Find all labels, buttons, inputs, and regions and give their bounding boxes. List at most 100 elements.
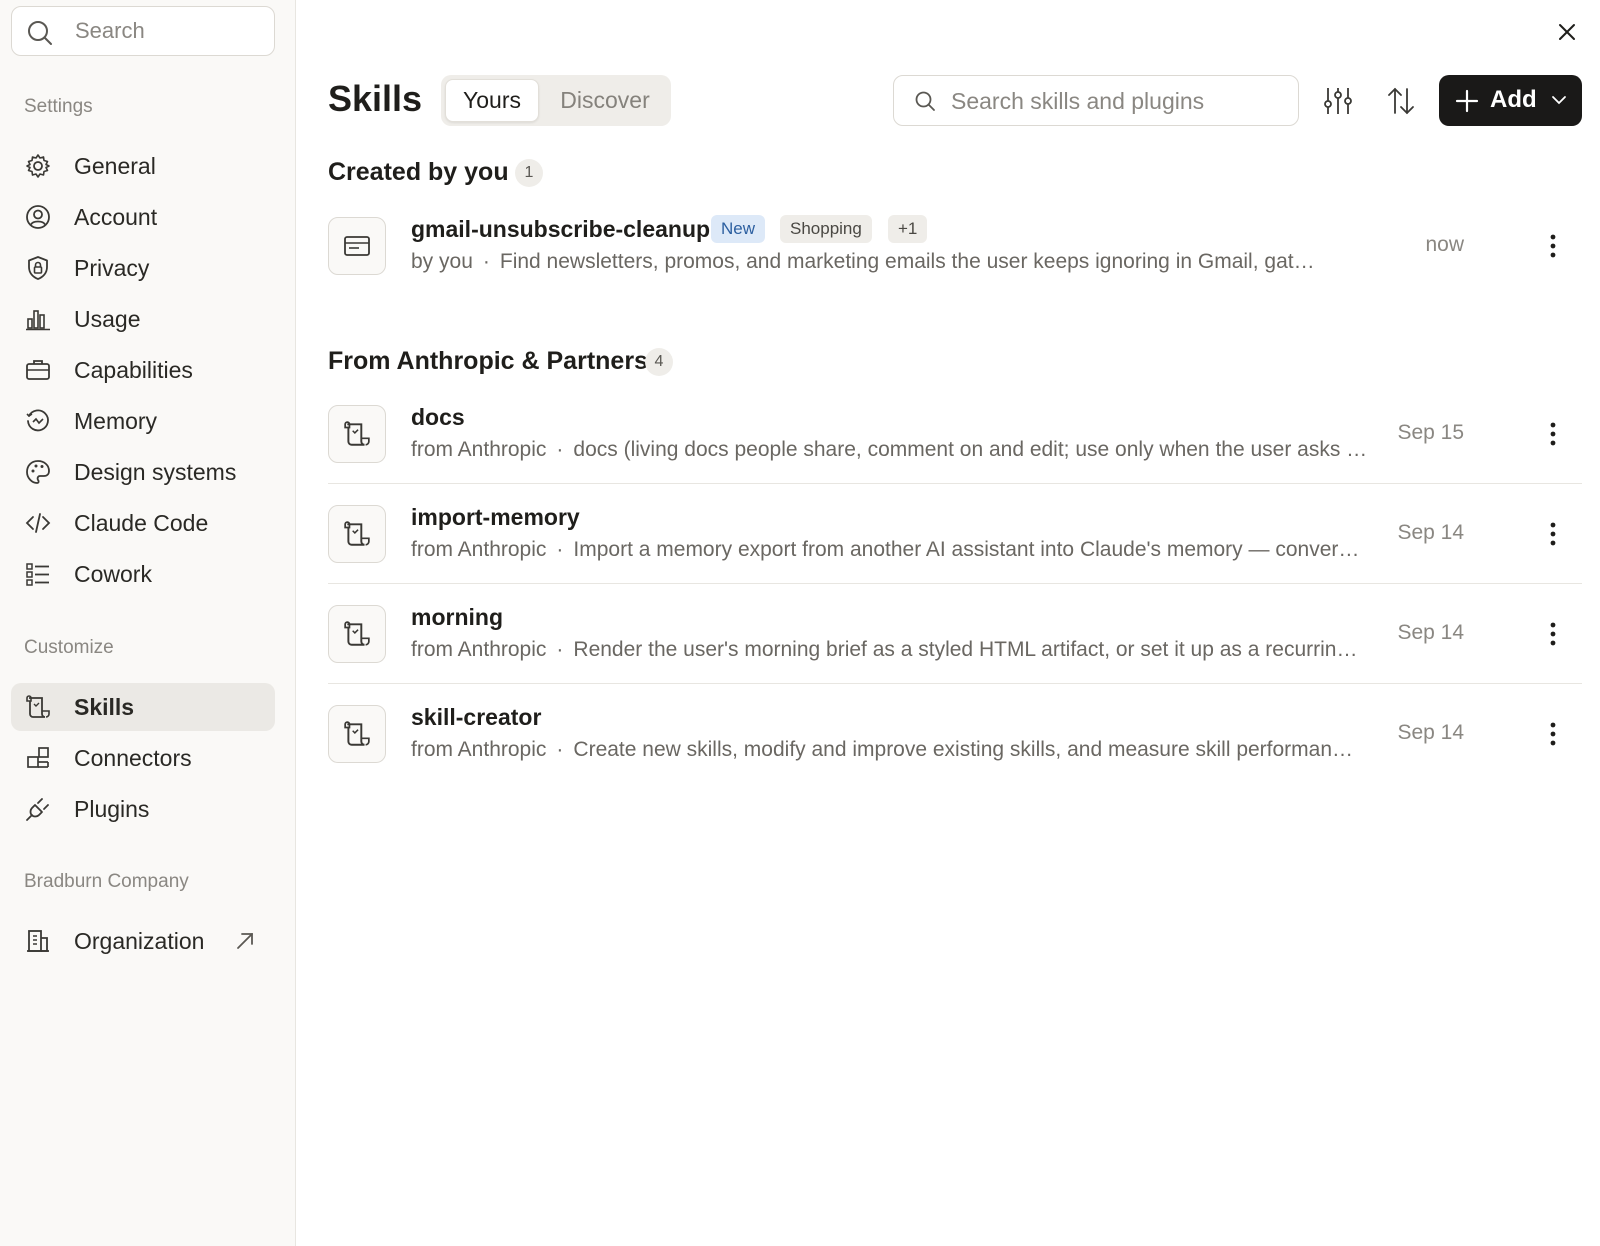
briefcase-icon: [26, 360, 50, 380]
skill-name: docs: [411, 404, 465, 430]
sidebar-search-input[interactable]: Search: [11, 6, 275, 56]
section-label-settings: Settings: [24, 96, 93, 117]
filter-sliders-icon[interactable]: [1321, 84, 1355, 118]
skill-date: Sep 15: [1397, 421, 1464, 444]
code-icon: [25, 513, 51, 533]
sidebar-item-label: Claude Code: [74, 509, 209, 536]
skill-row[interactable]: skill-creator from Anthropic · Create new …: [328, 684, 1582, 784]
skills-search-input[interactable]: Search skills and plugins: [893, 75, 1299, 126]
tab-yours[interactable]: Yours: [445, 79, 539, 122]
search-icon: [28, 21, 52, 45]
sidebar-item-connectors[interactable]: Connectors: [11, 734, 275, 782]
skill-meta: by you · Find newsletters, promos, and mar…: [411, 250, 1411, 274]
skill-name: import-memory: [411, 504, 580, 530]
meta-separator: ·: [556, 438, 564, 461]
meta-separator: ·: [556, 738, 564, 761]
sidebar-item-memory[interactable]: Memory: [11, 397, 275, 445]
sidebar-item-account[interactable]: Account: [11, 193, 275, 241]
sidebar-search-placeholder: Search: [75, 18, 145, 43]
more-vertical-icon[interactable]: [1540, 719, 1566, 749]
skill-row[interactable]: docs from Anthropic · docs (living docs pe…: [328, 384, 1582, 484]
sidebar-item-cowork[interactable]: Cowork: [11, 550, 275, 598]
sidebar-item-capabilities[interactable]: Capabilities: [11, 346, 275, 394]
close-icon[interactable]: [1553, 18, 1581, 46]
sidebar-item-plugins[interactable]: Plugins: [11, 785, 275, 833]
group-title-partners: From Anthropic & Partners: [328, 347, 648, 375]
skill-name: morning: [411, 604, 503, 630]
memory-icon: [26, 409, 49, 432]
sidebar-item-label: Usage: [74, 305, 141, 332]
skill-source: from Anthropic: [411, 738, 547, 761]
sidebar-item-label: Cowork: [74, 560, 152, 587]
search-icon: [915, 91, 935, 111]
sort-icon[interactable]: [1384, 84, 1418, 118]
skill-date: now: [1425, 233, 1464, 256]
skill-row[interactable]: gmail-unsubscribe-cleanup New Shopping +…: [328, 196, 1582, 296]
puzzle-icon: [27, 747, 49, 768]
skill-date: Sep 14: [1397, 521, 1464, 544]
skill-description: Create new skills, modify and improve ex…: [573, 738, 1354, 761]
count-badge: 4: [645, 348, 673, 376]
group-title-created: Created by you: [328, 158, 509, 186]
scroll-icon: [26, 695, 50, 718]
skill-description: Find newsletters, promos, and marketing …: [499, 250, 1315, 273]
skill-meta: from Anthropic · Create new skills, modify…: [411, 738, 1411, 762]
scroll-icon: [344, 621, 370, 646]
plus-icon: [1455, 89, 1479, 113]
skill-row[interactable]: morning from Anthropic · Render the user's…: [328, 584, 1582, 684]
tab-discover[interactable]: Discover: [543, 79, 667, 122]
skill-date: Sep 14: [1397, 621, 1464, 644]
skill-meta: from Anthropic · Render the user's morning…: [411, 638, 1411, 662]
shield-lock-icon: [28, 256, 48, 280]
skill-icon-box: [328, 705, 386, 763]
sidebar-item-label: Privacy: [74, 254, 150, 281]
page-title: Skills: [328, 78, 423, 119]
sidebar-item-label: General: [74, 152, 156, 179]
skill-source: from Anthropic: [411, 638, 547, 661]
tag-new: New: [711, 215, 766, 243]
more-vertical-icon[interactable]: [1540, 419, 1566, 449]
more-vertical-icon[interactable]: [1540, 519, 1566, 549]
section-label-customize: Customize: [24, 637, 114, 658]
plug-icon: [26, 798, 49, 821]
sidebar-item-label: Capabilities: [74, 356, 193, 383]
add-button[interactable]: Add: [1439, 75, 1582, 126]
more-vertical-icon[interactable]: [1540, 231, 1566, 261]
section-label-company: Bradburn Company: [24, 871, 189, 892]
sidebar-item-design-systems[interactable]: Design systems: [11, 448, 275, 496]
scroll-icon: [344, 421, 370, 446]
building-icon: [27, 930, 49, 952]
palette-icon: [26, 460, 50, 484]
sidebar-item-label: Memory: [74, 407, 158, 434]
skill-row[interactable]: import-memory from Anthropic · Import a me…: [328, 484, 1582, 584]
sidebar-item-usage[interactable]: Usage: [11, 295, 275, 343]
add-button-label: Add: [1490, 86, 1537, 113]
meta-separator: ·: [556, 638, 564, 661]
card-icon: [344, 236, 370, 256]
tag-more[interactable]: +1: [888, 215, 928, 243]
skill-description: docs (living docs people share, comment …: [573, 438, 1368, 461]
skill-name: gmail-unsubscribe-cleanup: [411, 216, 711, 242]
list-checks-icon: [26, 563, 49, 586]
more-vertical-icon[interactable]: [1540, 619, 1566, 649]
sidebar-item-claude-code[interactable]: Claude Code: [11, 499, 275, 547]
skill-icon-box: [328, 505, 386, 563]
gear-icon: [26, 154, 50, 178]
sidebar-item-label: Skills: [74, 693, 135, 720]
scroll-icon: [344, 521, 370, 546]
skill-source: from Anthropic: [411, 538, 547, 561]
sidebar-item-organization[interactable]: Organization: [11, 917, 275, 965]
sidebar-item-label: Design systems: [74, 458, 237, 485]
sidebar-item-label: Account: [74, 203, 158, 230]
count-badge: 1: [515, 159, 543, 187]
skill-meta: from Anthropic · docs (living docs people …: [411, 438, 1411, 462]
sidebar-item-general[interactable]: General: [11, 142, 275, 190]
external-link-icon: [237, 933, 253, 949]
sidebar-item-skills[interactable]: Skills: [11, 683, 275, 731]
tag-category: Shopping: [780, 215, 872, 243]
sidebar-item-label: Plugins: [74, 795, 150, 822]
sidebar-item-privacy[interactable]: Privacy: [11, 244, 275, 292]
skill-source: from Anthropic: [411, 438, 547, 461]
sidebar: Search Settings General Account Privacy …: [0, 0, 296, 1246]
skill-description: Render the user's morning brief as a sty…: [573, 638, 1358, 661]
